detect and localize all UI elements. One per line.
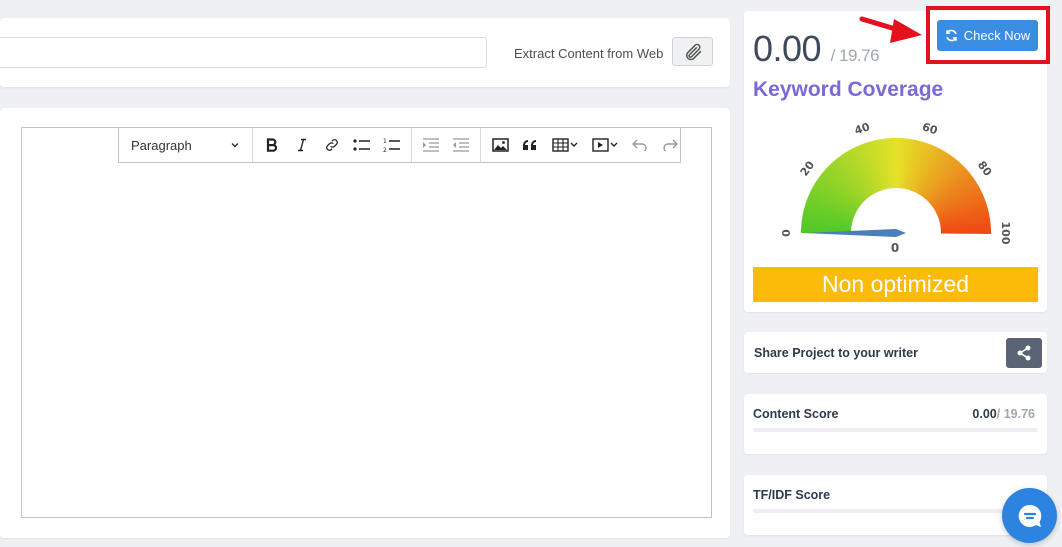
outdent-icon (453, 138, 469, 152)
gauge-readout: 0 (891, 241, 899, 255)
quote-icon (523, 140, 536, 150)
chat-button[interactable] (1002, 488, 1057, 543)
insert-table-button[interactable] (545, 131, 585, 159)
svg-text:2: 2 (383, 147, 387, 153)
keyword-coverage-title: Keyword Coverage (753, 78, 944, 101)
keyword-coverage-card: 0.00 / 19.76 Check Now Keyword Coverage … (744, 6, 1050, 312)
refresh-icon (945, 29, 957, 42)
redo-button[interactable] (655, 131, 685, 159)
content-score-max: / 19.76 (996, 407, 1035, 421)
block-format-select[interactable]: Paragraph (123, 131, 248, 159)
tfidf-score-bar (753, 509, 1038, 513)
outdent-button[interactable] (446, 131, 476, 159)
share-project-card: Share Project to your writer (744, 332, 1047, 373)
optimization-status: Non optimized (753, 267, 1038, 302)
indent-group (412, 128, 481, 162)
extract-content-button[interactable] (672, 37, 713, 66)
link-icon (326, 139, 338, 151)
gauge-tick-label: 20 (798, 158, 818, 178)
bold-button[interactable] (257, 131, 287, 159)
paperclip-icon (685, 43, 701, 60)
extract-content-label: Extract Content from Web (514, 46, 664, 61)
bullet-list-icon (353, 139, 370, 151)
share-icon (1017, 345, 1031, 361)
content-score-card: Content Score 0.00/ 19.76 (744, 394, 1047, 454)
numbered-list-icon: 12 (383, 138, 400, 153)
content-score-value: 0.00/ 19.76 (972, 407, 1035, 421)
bullet-list-button[interactable] (347, 131, 377, 159)
insert-image-button[interactable] (485, 131, 515, 159)
content-score-label: Content Score (753, 407, 839, 421)
check-now-label: Check Now (963, 28, 1031, 43)
gauge-tick-label: 0 (780, 229, 793, 237)
insert-media-button[interactable] (585, 131, 625, 159)
content-score-number: 0.00 (972, 407, 997, 421)
block-format-value: Paragraph (131, 137, 192, 153)
table-icon (552, 138, 578, 152)
url-extract-card: Extract Content from Web (0, 18, 730, 87)
gauge-tick-label: 40 (853, 120, 872, 137)
content-score-bar (753, 428, 1038, 432)
editor-toolbar: Paragraph 12 (118, 127, 681, 163)
blockquote-button[interactable] (515, 131, 545, 159)
format-group: Paragraph (119, 128, 253, 162)
image-icon (491, 138, 509, 152)
tfidf-score-card: TF/IDF Score 0 (744, 475, 1047, 535)
italic-icon (298, 138, 306, 152)
red-arrow-icon (859, 16, 922, 43)
indent-button[interactable] (416, 131, 446, 159)
text-style-group: 12 (253, 128, 412, 162)
rich-text-editor[interactable]: Paragraph 12 (21, 127, 712, 518)
gauge-arc (801, 138, 991, 234)
svg-text:1: 1 (383, 138, 387, 145)
gauge-tick-label: 60 (921, 120, 940, 137)
link-button[interactable] (317, 131, 347, 159)
keyword-score-value: 0.00 (753, 28, 822, 69)
bold-icon (266, 138, 278, 152)
redo-icon (663, 139, 678, 151)
url-input[interactable] (0, 37, 487, 68)
editor-card: Paragraph 12 (0, 108, 730, 538)
indent-icon (423, 138, 439, 152)
numbered-list-button[interactable]: 12 (377, 131, 407, 159)
gauge-tick-label: 100 (999, 222, 1012, 245)
gauge-tick-label: 80 (975, 159, 995, 179)
undo-button[interactable] (625, 131, 655, 159)
share-project-label: Share Project to your writer (754, 346, 918, 360)
italic-button[interactable] (287, 131, 317, 159)
chevron-down-icon (231, 142, 239, 148)
insert-group (481, 128, 689, 162)
undo-icon (632, 139, 647, 151)
chat-bubble-icon (1018, 504, 1041, 527)
share-button[interactable] (1006, 338, 1042, 368)
coverage-gauge: 0 20 40 60 80 100 0 (780, 120, 1012, 255)
tfidf-score-label: TF/IDF Score (753, 488, 831, 502)
check-now-button[interactable]: Check Now (937, 20, 1038, 51)
media-icon (592, 138, 618, 152)
